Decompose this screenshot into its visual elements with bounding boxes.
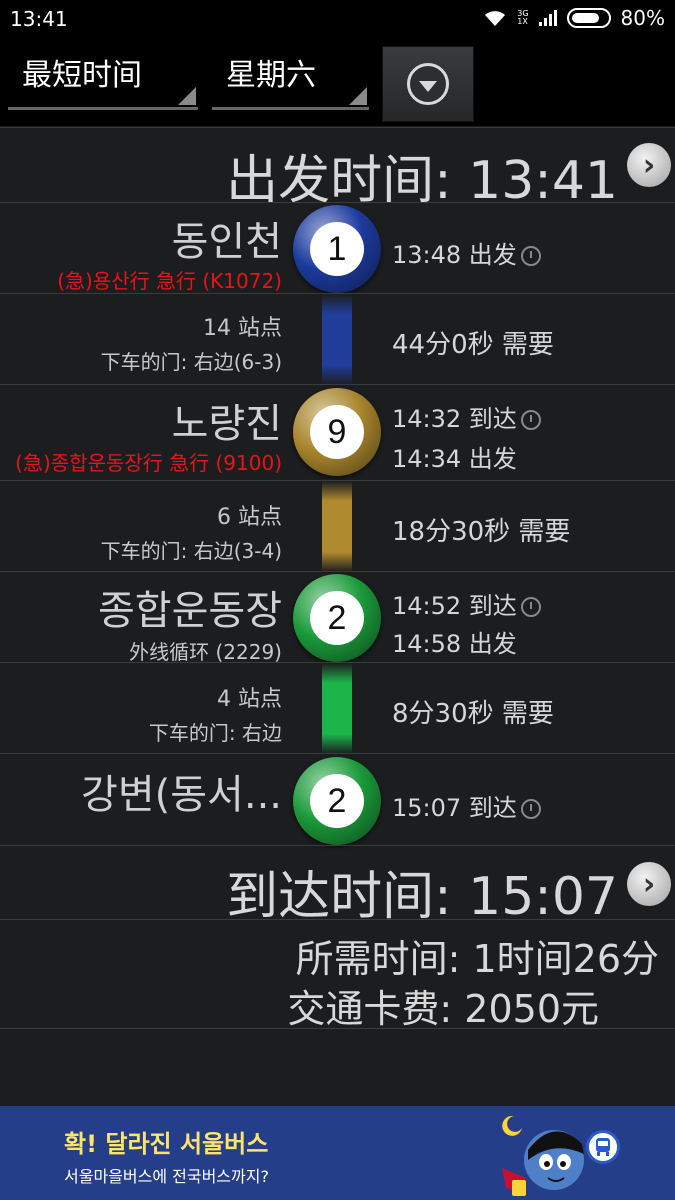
stop-row: 종합운동장 外线循环 (2229) 2 14:52 到达 14:58 出发 xyxy=(0,571,675,664)
departure-row[interactable]: 出发时间: 13:41 › xyxy=(0,127,675,211)
line-badge: 2 xyxy=(293,757,381,845)
stop-row: 강변(동서... 2 15:07 到达 xyxy=(0,753,675,845)
status-bar: 13:41 3G 1X 80% xyxy=(0,0,675,38)
alarm-icon[interactable] xyxy=(520,799,541,819)
dropdown-icon xyxy=(407,63,449,105)
stop-row: 동인천 (急)용산行 急行 (K1072) 1 13:48 出发 xyxy=(0,202,675,293)
arrival-time-text: 14:32 到达 xyxy=(392,405,517,433)
segment-duration: 18分30秒 需要 xyxy=(392,517,571,547)
stop-time: 14:58 出发 xyxy=(392,624,517,659)
line-badge: 1 xyxy=(293,205,381,293)
route-mode-value: 最短时间 xyxy=(22,58,142,93)
day-value: 星期六 xyxy=(226,58,316,93)
stop-time: 14:34 出发 xyxy=(392,439,517,474)
total-time: 所需时间: 1时间26分 xyxy=(295,937,659,981)
stop-count: 14 站点 xyxy=(203,316,282,341)
stop-count: 6 站点 xyxy=(217,505,282,530)
departure-time-text: 13:48 出发 xyxy=(392,241,517,269)
bus-icon xyxy=(586,1130,620,1164)
segment-duration: 8分30秒 需要 xyxy=(392,699,554,729)
segment-row: 14 站点 下车的门: 右边(6-3) 44分0秒 需要 xyxy=(0,293,675,385)
station-name: 동인천 xyxy=(171,219,282,265)
stop-count: 4 站点 xyxy=(217,687,282,712)
alarm-icon[interactable] xyxy=(520,597,541,617)
stop-row: 노량진 (急)종합운동장行 急行 (9100) 9 14:32 到达 14:34… xyxy=(0,384,675,480)
departure-time-text: 14:34 出发 xyxy=(392,445,517,473)
train-info: (急)종합운동장行 急行 (9100) xyxy=(15,451,282,475)
battery-icon xyxy=(566,8,611,28)
stop-time: 15:07 到达 xyxy=(392,788,541,823)
train-info: (急)용산行 急行 (K1072) xyxy=(57,269,282,293)
battery-percent: 80% xyxy=(620,6,665,30)
arrival-time-text: 14:52 到达 xyxy=(392,592,517,620)
fare: 交通卡费: 2050元 xyxy=(287,987,599,1031)
alarm-icon[interactable] xyxy=(520,246,541,266)
exit-door: 下车的门: 右边 xyxy=(148,721,282,745)
spinner-arrow-icon xyxy=(178,87,196,105)
route-mode-select[interactable]: 最短时间 xyxy=(8,50,198,110)
segment-duration: 44分0秒 需要 xyxy=(392,330,554,360)
line-number: 9 xyxy=(310,405,364,459)
segment-row: 4 站点 下车的门: 右边 8分30秒 需要 xyxy=(0,662,675,754)
stop-time: 14:52 到达 xyxy=(392,586,541,621)
departure-time-text: 14:58 出发 xyxy=(392,630,517,658)
options-dropdown-button[interactable] xyxy=(382,46,474,122)
station-name: 종합운동장 xyxy=(98,588,282,634)
ad-banner[interactable]: 확! 달라진 서울버스 서울마을버스에 전국버스까지? xyxy=(0,1106,675,1200)
ad-title: 확! 달라진 서울버스 xyxy=(64,1130,269,1158)
toolbar: 最短时间 星期六 xyxy=(0,38,675,126)
line-segment-bar xyxy=(322,481,352,572)
segment-row: 6 站点 下车的门: 右边(3-4) 18分30秒 需要 xyxy=(0,480,675,572)
alarm-icon[interactable] xyxy=(520,410,541,430)
line-segment-bar xyxy=(322,663,352,754)
line-number: 2 xyxy=(310,774,364,828)
line-number: 1 xyxy=(310,222,364,276)
status-icons: 3G 1X 80% xyxy=(483,6,665,30)
line-segment-bar xyxy=(322,294,352,385)
signal-icon xyxy=(538,10,557,26)
ad-subtitle: 서울마을버스에 전국버스까지? xyxy=(64,1167,269,1186)
network-type-bottom: 1X xyxy=(517,17,528,26)
exit-door: 下车的门: 右边(3-4) xyxy=(100,539,282,563)
summary-section: 所需时间: 1时间26分 交通卡费: 2050元 xyxy=(0,919,675,1031)
mascot-icon xyxy=(502,1115,584,1196)
day-select[interactable]: 星期六 xyxy=(212,50,369,110)
stop-time: 14:32 到达 xyxy=(392,399,541,434)
wifi-icon xyxy=(485,11,506,26)
line-number: 2 xyxy=(310,591,364,645)
train-info: 外线循环 (2229) xyxy=(129,640,282,664)
line-badge: 2 xyxy=(293,574,381,662)
chevron-right-icon[interactable]: › xyxy=(627,143,671,187)
status-time: 13:41 xyxy=(10,7,68,31)
arrival-row[interactable]: 到达时间: 15:07 › xyxy=(0,845,675,927)
station-name: 강변(동서... xyxy=(81,772,282,818)
spinner-arrow-icon xyxy=(349,87,367,105)
arrival-time: 到达时间: 15:07 xyxy=(226,867,618,927)
stop-time: 13:48 出发 xyxy=(392,235,541,270)
line-badge: 9 xyxy=(293,388,381,476)
exit-door: 下车的门: 右边(6-3) xyxy=(100,350,282,374)
station-name: 노량진 xyxy=(171,401,282,447)
chevron-right-icon[interactable]: › xyxy=(627,862,671,906)
network-type: 3G 1X xyxy=(517,10,528,26)
arrival-time-text: 15:07 到达 xyxy=(392,794,517,822)
